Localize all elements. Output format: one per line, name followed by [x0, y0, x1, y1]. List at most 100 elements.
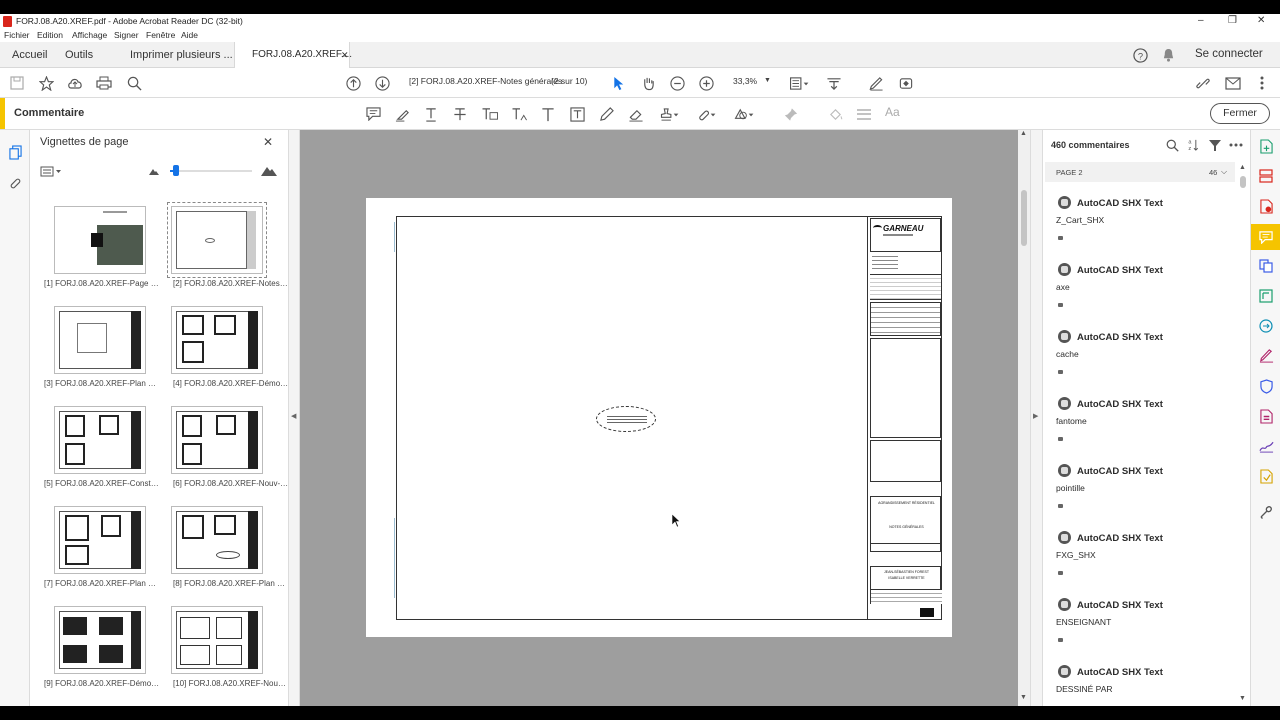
fill-and-sign-icon[interactable] — [1258, 348, 1274, 364]
page-label-field[interactable]: [2] FORJ.08.A20.XREF-Notes générales — [409, 76, 562, 86]
protect-icon[interactable] — [1258, 378, 1274, 394]
minimize-button[interactable]: – — [1198, 15, 1204, 26]
menu-file[interactable]: Fichier — [4, 30, 30, 40]
zoom-in-icon[interactable] — [697, 74, 715, 92]
menu-view[interactable]: Affichage — [72, 30, 107, 40]
thumbnail-page-6[interactable] — [171, 406, 263, 474]
menu-help[interactable]: Aide — [181, 30, 198, 40]
previous-page-icon[interactable] — [344, 74, 362, 92]
comment-item[interactable]: AutoCAD SHX Text cache — [1043, 328, 1237, 395]
thumbnail-options-icon[interactable] — [39, 164, 63, 178]
comment-item[interactable]: AutoCAD SHX Text ENSEIGNANT — [1043, 596, 1237, 663]
organize-pages-icon[interactable] — [1258, 168, 1274, 184]
sticky-note-icon[interactable] — [364, 105, 382, 123]
comment-item[interactable]: AutoCAD SHX Text pointille — [1043, 462, 1237, 529]
sort-comments-icon[interactable]: az — [1185, 137, 1201, 153]
bookmark-star-icon[interactable] — [37, 75, 55, 91]
attach-file-icon[interactable] — [695, 105, 717, 123]
thumbnail-page-8[interactable] — [171, 506, 263, 574]
export-pdf-icon[interactable] — [1258, 198, 1274, 214]
comments-scroll-down-icon[interactable]: ▼ — [1239, 695, 1246, 702]
email-icon[interactable] — [1224, 74, 1242, 92]
attachments-icon[interactable] — [7, 174, 23, 192]
thumbnail-page-4[interactable] — [171, 306, 263, 374]
eraser-icon[interactable] — [627, 105, 645, 123]
zoom-search-icon[interactable] — [125, 75, 143, 91]
create-pdf-icon[interactable] — [1258, 138, 1274, 154]
maximize-button[interactable]: ❐ — [1228, 15, 1237, 26]
comment-item[interactable]: AutoCAD SHX Text axe — [1043, 261, 1237, 328]
menu-edit[interactable]: Edition — [37, 30, 63, 40]
insert-text-icon[interactable] — [510, 105, 530, 123]
comments-scroll-up-icon[interactable]: ▲ — [1239, 164, 1246, 171]
thumbnail-page-7[interactable] — [54, 506, 146, 574]
text-format-icon[interactable]: Aa — [885, 105, 900, 119]
cloud-upload-icon[interactable] — [66, 75, 84, 91]
thumbnail-page-1[interactable] — [54, 206, 146, 274]
scroll-mode-icon[interactable] — [825, 74, 843, 92]
send-for-review-icon[interactable] — [1258, 318, 1274, 334]
cloud-annotation[interactable] — [596, 406, 656, 432]
left-panel-splitter[interactable]: ◀ — [288, 130, 300, 706]
highlight-text-icon[interactable] — [393, 105, 411, 123]
zoom-out-icon[interactable] — [668, 74, 686, 92]
share-link-icon[interactable] — [1194, 74, 1212, 92]
notification-bell-icon[interactable] — [1160, 47, 1176, 63]
text-box-icon[interactable] — [568, 105, 586, 123]
menu-sign[interactable]: Signer — [114, 30, 139, 40]
stamp-tool-icon[interactable] — [897, 74, 915, 92]
select-cursor-icon[interactable] — [610, 74, 628, 92]
thumbnail-larger-icon[interactable] — [260, 165, 278, 177]
chevron-down-icon[interactable]: ⌵ — [1221, 167, 1227, 177]
next-page-icon[interactable] — [373, 74, 391, 92]
stamp-icon[interactable] — [658, 105, 680, 123]
zoom-level-field[interactable]: 33,3% — [733, 76, 757, 86]
page-group-header[interactable]: PAGE 2 46 ⌵ — [1045, 162, 1235, 182]
thumbnail-page-5[interactable] — [54, 406, 146, 474]
page-fit-icon[interactable] — [788, 74, 810, 92]
tab-tools[interactable]: Outils — [65, 42, 93, 68]
replace-text-icon[interactable] — [480, 105, 500, 123]
print-icon[interactable] — [95, 75, 113, 91]
close-window-button[interactable]: ✕ — [1257, 15, 1265, 26]
sign-document-icon[interactable] — [1258, 438, 1274, 454]
thumbnail-size-slider[interactable] — [170, 165, 252, 176]
pin-icon[interactable] — [782, 105, 800, 123]
thumbnail-page-9[interactable] — [54, 606, 146, 674]
tab-home[interactable]: Accueil — [12, 42, 47, 68]
pencil-draw-icon[interactable] — [597, 105, 615, 123]
thumbnail-page-2[interactable] — [171, 206, 263, 274]
menu-window[interactable]: Fenêtre — [146, 30, 175, 40]
pdf-page[interactable]: GARNEAU AGRANDISSEMENT RÉSIDENTIEL NOTES… — [366, 198, 952, 637]
tab-close-icon[interactable]: ✕ — [341, 42, 349, 68]
page-thumbnails-icon[interactable] — [7, 143, 23, 161]
comment-item[interactable]: AutoCAD SHX Text FXG_SHX — [1043, 529, 1237, 596]
line-weight-icon[interactable] — [855, 105, 873, 123]
tab-doc-print[interactable]: Imprimer plusieurs ... — [130, 42, 233, 68]
collapse-right-icon[interactable]: ▶ — [1033, 412, 1038, 420]
fill-color-icon[interactable] — [826, 105, 844, 123]
scroll-up-icon[interactable]: ▲ — [1020, 130, 1027, 137]
thumbnail-size-slider-handle[interactable] — [173, 165, 179, 176]
zoom-dropdown-icon[interactable]: ▼ — [764, 77, 771, 84]
close-panel-icon[interactable]: ✕ — [263, 135, 273, 149]
thumbnail-page-3[interactable] — [54, 306, 146, 374]
scan-ocr-icon[interactable] — [1258, 468, 1274, 484]
close-comment-button[interactable]: Fermer — [1210, 103, 1270, 124]
help-icon[interactable]: ? — [1132, 47, 1148, 63]
thumbnail-page-10[interactable] — [171, 606, 263, 674]
hand-tool-icon[interactable] — [639, 74, 657, 92]
comments-more-icon[interactable] — [1227, 137, 1245, 153]
scroll-down-icon[interactable]: ▼ — [1020, 694, 1027, 701]
comments-scroll-thumb[interactable] — [1240, 176, 1246, 188]
comment-item[interactable]: AutoCAD SHX Text Z_Cart_SHX — [1043, 194, 1237, 261]
tab-doc-active[interactable]: FORJ.08.A20.XREF.... ✕ — [234, 42, 352, 69]
comment-item[interactable]: AutoCAD SHX Text fantome — [1043, 395, 1237, 462]
redact-icon[interactable] — [1258, 408, 1274, 424]
document-view[interactable]: GARNEAU AGRANDISSEMENT RÉSIDENTIEL NOTES… — [300, 130, 1018, 706]
right-panel-splitter[interactable]: ▶ — [1030, 130, 1042, 706]
edit-pdf-icon[interactable] — [1258, 288, 1274, 304]
document-scrollbar[interactable]: ▲ ▼ — [1018, 130, 1030, 706]
underline-text-icon[interactable] — [422, 105, 440, 123]
thumbnail-smaller-icon[interactable] — [148, 166, 160, 176]
